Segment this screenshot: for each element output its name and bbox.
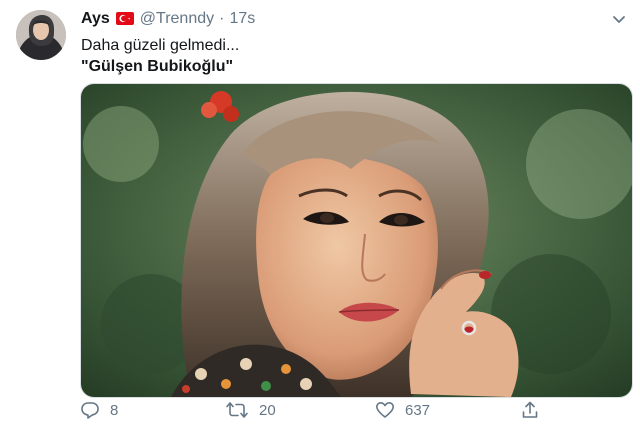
tweet-text-line: Daha güzeli gelmedi...	[81, 37, 240, 54]
share-button[interactable]	[520, 400, 540, 420]
like-count: 637	[405, 401, 431, 419]
timestamp[interactable]: 17s	[229, 10, 255, 27]
chevron-down-icon[interactable]	[612, 12, 626, 30]
tweet-header: Ays @Trenndy · 17s	[81, 9, 255, 31]
photo-image	[81, 84, 632, 397]
retweet-count: 20	[259, 401, 276, 419]
tweet[interactable]: Ays @Trenndy · 17s Daha güzeli gelmedi... "…	[0, 0, 640, 433]
avatar-image	[16, 10, 66, 60]
share-icon	[520, 400, 540, 420]
heart-icon	[375, 400, 395, 420]
avatar[interactable]	[16, 10, 66, 60]
tweet-photo[interactable]	[80, 83, 633, 398]
author-handle[interactable]: @Trenndy	[140, 10, 214, 27]
reply-button[interactable]: 8	[80, 400, 118, 420]
tweet-actions: 8 20 637	[80, 400, 631, 430]
tweet-text: Daha güzeli gelmedi... "Gülşen Bubikoğlu…	[81, 35, 239, 77]
separator-dot: ·	[219, 10, 225, 27]
like-button[interactable]: 637	[375, 400, 430, 420]
retweet-icon	[225, 400, 249, 420]
author-name[interactable]: Ays	[81, 10, 110, 27]
retweet-button[interactable]: 20	[225, 400, 276, 420]
reply-icon	[80, 400, 100, 420]
tweet-text-quote: "Gülşen Bubikoğlu"	[81, 58, 234, 75]
reply-count: 8	[110, 401, 119, 419]
turkey-flag-icon	[115, 11, 134, 31]
